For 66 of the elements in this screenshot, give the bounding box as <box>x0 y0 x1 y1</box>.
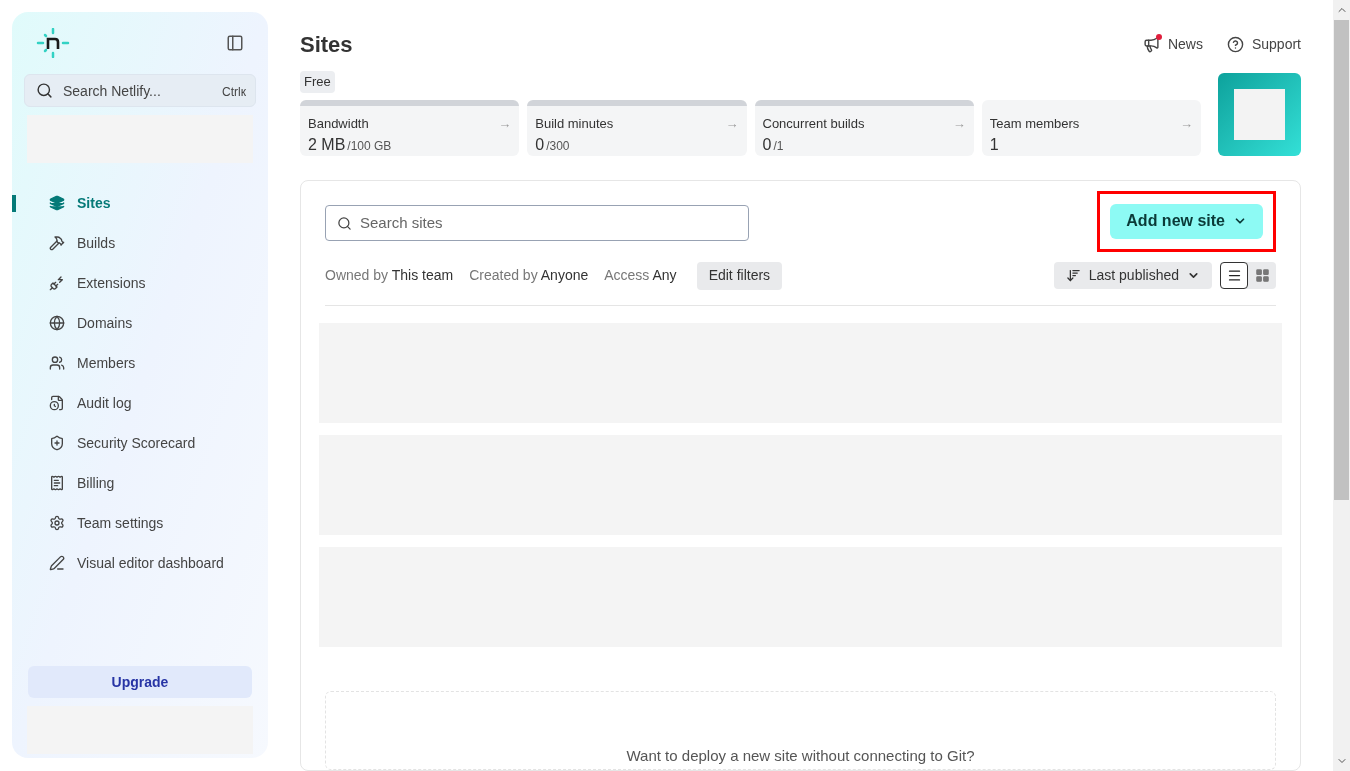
search-icon <box>337 215 352 231</box>
arrow-icon: → <box>1180 113 1193 133</box>
team-avatar[interactable] <box>1218 72 1301 156</box>
filter-label[interactable]: Owned by This team <box>325 265 454 286</box>
nav-item[interactable]: Extensions <box>24 263 256 303</box>
hammer-icon <box>49 235 65 251</box>
grid-icon <box>1254 268 1270 283</box>
usage-card[interactable]: Concurrent builds → 0/1 <box>754 99 974 156</box>
page-title: Sites <box>300 31 353 59</box>
usage-value: 1 <box>989 135 999 155</box>
usage-label: Team members <box>989 114 1080 133</box>
arrow-icon: → <box>952 113 966 133</box>
upgrade-button[interactable]: Upgrade <box>28 666 252 698</box>
logo-icon[interactable] <box>36 28 70 58</box>
search-icon <box>36 82 53 99</box>
support-link[interactable]: Support <box>1226 34 1301 55</box>
arrow-icon: → <box>498 113 512 133</box>
usage-card[interactable]: Team members → 1 <box>981 99 1201 156</box>
nav-item[interactable]: Visual editor dashboard <box>24 543 256 583</box>
usage-limit: /300 <box>546 138 570 155</box>
edit-filters-button[interactable]: Edit filters <box>696 261 783 290</box>
nav-item[interactable]: Domains <box>24 303 256 343</box>
shortcut-hint: Ctrlк <box>222 84 246 101</box>
plug-icon <box>49 275 65 291</box>
deploy-prompt: Want to deploy a new site without connecting to Git? <box>626 745 975 766</box>
pencil-icon <box>49 555 65 571</box>
stack-icon <box>49 195 65 211</box>
filter-label[interactable]: Created by Anyone <box>469 265 589 286</box>
nav-item[interactable]: Team settings <box>24 503 256 543</box>
people-icon <box>49 355 65 371</box>
sidebar-toggle-icon[interactable] <box>226 34 244 52</box>
nav-item[interactable]: Audit log <box>24 383 256 423</box>
usage-card[interactable]: Build minutes → 0/300 <box>527 99 747 156</box>
settings-icon <box>49 515 65 531</box>
arrow-icon: → <box>725 113 739 133</box>
usage-card[interactable]: Bandwidth → 2 MB/100 GB <box>300 99 520 156</box>
megaphone-icon <box>1142 36 1160 53</box>
nav-item[interactable]: Builds <box>24 223 256 263</box>
sort-dropdown[interactable]: Last published <box>1053 262 1212 289</box>
receipt-icon <box>49 475 65 491</box>
add-site-button[interactable]: Add new site <box>1110 203 1263 239</box>
scrollbar[interactable] <box>1333 0 1350 771</box>
search-sites-field[interactable]: Search sites <box>325 204 749 241</box>
usage-value: 2 MB <box>308 135 346 155</box>
filter-label[interactable]: Access Any <box>604 265 677 286</box>
list-view-button[interactable] <box>1220 262 1248 289</box>
nav-item[interactable]: Security Scorecard <box>24 423 256 463</box>
nav-item[interactable]: Members <box>24 343 256 383</box>
nav-item[interactable]: Sites <box>24 183 256 223</box>
sort-icon <box>1065 268 1081 283</box>
list-icon <box>1226 268 1242 283</box>
usage-limit: /100 GB <box>347 138 392 155</box>
document-clock-icon <box>49 395 65 411</box>
usage-label: Build minutes <box>535 114 614 133</box>
active-indicator <box>12 195 16 212</box>
help-icon <box>1226 36 1244 53</box>
usage-value: 0 <box>535 135 545 155</box>
globe-icon <box>49 315 65 331</box>
nav-item[interactable]: Billing <box>24 463 256 503</box>
usage-limit: /1 <box>773 138 784 155</box>
plan-badge: Free <box>300 71 335 93</box>
usage-label: Bandwidth <box>308 114 369 133</box>
usage-value: 0 <box>762 135 772 155</box>
news-link[interactable]: News <box>1142 34 1203 55</box>
shield-icon <box>49 435 65 451</box>
usage-label: Concurrent builds <box>762 114 865 133</box>
